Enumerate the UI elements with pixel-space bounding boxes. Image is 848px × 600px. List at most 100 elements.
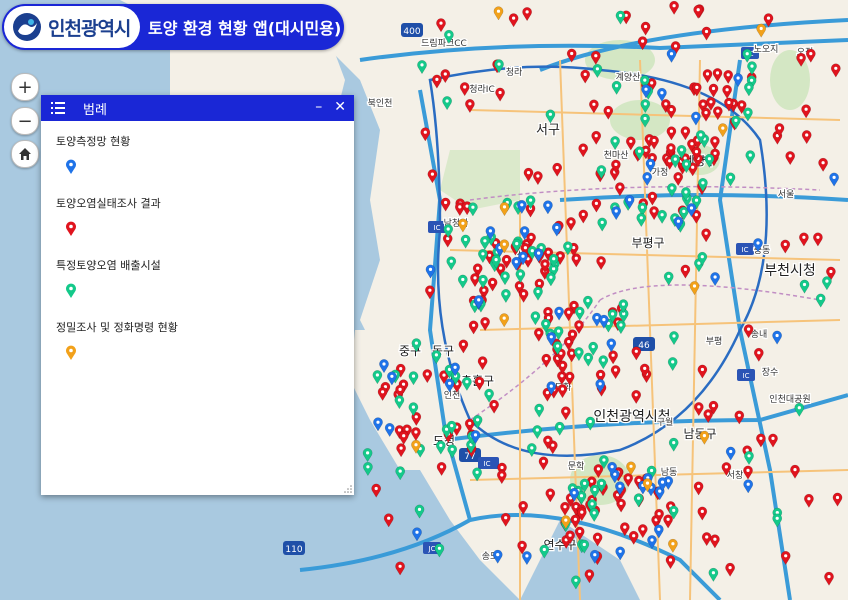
marker-pin-dot [578, 529, 582, 533]
marker-pin-dot [804, 107, 808, 111]
marker-pin-dot [537, 331, 541, 335]
marker-pin-dot [549, 335, 553, 339]
marker-pin-dot [699, 133, 703, 137]
home-button[interactable] [11, 140, 39, 168]
marker-pin-dot [829, 269, 833, 274]
marker-pin-dot [599, 481, 604, 485]
marker-pin-dot [511, 16, 516, 20]
marker-pin-dot [465, 380, 469, 384]
marker-pin-dot [609, 341, 613, 345]
marker-pin-dot [775, 516, 779, 520]
marker-pin-dot [573, 517, 577, 521]
marker-pin-dot [522, 292, 526, 296]
marker-pin-dot [705, 535, 709, 539]
app-title: 토양 환경 현황 앱(대시민용) [148, 19, 342, 38]
park-area-1 [610, 100, 670, 140]
place-label-bukincheon: 북인천 [368, 98, 393, 109]
close-button[interactable]: ✕ [334, 99, 346, 115]
marker-pin-dot [691, 165, 695, 169]
marker-pin-dot [578, 309, 582, 313]
legend-list: 토양측정망 현황 토양오염실태조사 결과 특정토양오염 배출시설 정밀조사 및 … [41, 121, 354, 381]
marker-pin-dot [783, 242, 787, 246]
marker-pin-dot [793, 468, 797, 472]
marker-pin-dot [499, 266, 503, 270]
marker-pin-dot [555, 225, 559, 230]
marker-pin-dot [729, 449, 733, 454]
marker-pin-dot [411, 405, 415, 409]
marker-pin-dot [496, 553, 500, 557]
legend-title: 범례 [83, 102, 107, 118]
road-shield-label: 400 [403, 27, 420, 37]
marker-pin-dot [475, 470, 479, 474]
marker-pin-dot [619, 323, 623, 327]
marker-pin-dot [581, 146, 585, 150]
marker-pin-dot [694, 150, 699, 154]
marker-pin-dot [629, 464, 633, 468]
marker-pin-dot [727, 100, 731, 105]
zoom-out-button[interactable]: − [11, 107, 39, 135]
marker-pin-dot [402, 434, 406, 438]
marker-pin-dot [639, 216, 643, 220]
marker-pin-dot [701, 102, 705, 106]
place-label-bupyeong_gu: 부평구 [631, 236, 664, 250]
marker-pin-dot [417, 507, 422, 511]
marker-pin-dot [582, 542, 586, 547]
marker-pin-dot [428, 267, 433, 271]
marker-pin-dot [586, 299, 590, 303]
marker-pin-dot [629, 139, 633, 143]
marker-pin-dot [566, 244, 570, 248]
marker-pin-dot [574, 256, 578, 260]
marker-pin-dot [548, 112, 552, 116]
marker-pin-dot [415, 530, 419, 534]
marker-pin-dot [721, 126, 725, 130]
legend-item-label: 토양측정망 현황 [56, 135, 131, 148]
marker-pin-dot [483, 239, 487, 243]
place-label-gyeyangsan: 계양산 [616, 71, 641, 83]
marker-pin-dot [657, 527, 661, 531]
marker-pin-dot [536, 174, 540, 178]
marker-pin-dot [586, 355, 590, 360]
marker-pin-dot [514, 260, 518, 264]
city-name: 인천광역시 [48, 17, 131, 40]
marker-pin-dot [430, 172, 434, 176]
resize-handle-icon[interactable] [344, 485, 352, 493]
marker-pin-dot [537, 251, 541, 255]
marker-pin-dot [676, 175, 680, 179]
marker-pin-dot [694, 198, 699, 202]
marker-pin-dot [683, 129, 687, 133]
marker-pin-dot [491, 280, 495, 284]
marker-pin-dot [614, 209, 618, 213]
marker-pin-dot [476, 418, 480, 422]
marker-pin-dot [766, 16, 771, 20]
marker-pin-dot [618, 13, 623, 18]
marker-pin-dot [637, 149, 642, 153]
minimize-button[interactable]: – [315, 99, 322, 115]
marker-pin-dot [525, 10, 529, 14]
marker-pin-dot [671, 360, 675, 364]
marker-pin-dot [750, 78, 754, 82]
marker-pin-dot [695, 85, 699, 89]
marker-pin-dot [726, 73, 730, 77]
marker-pin-dot [549, 384, 553, 388]
marker-pin-dot [784, 554, 788, 558]
place-label-bupyeong: 부평 [706, 336, 723, 347]
incheon-logo[interactable]: 인천광역시 [4, 6, 140, 48]
marker-pin-dot [461, 221, 465, 225]
zoom-in-button[interactable]: + [11, 73, 39, 101]
interchange-badge-label: IC [434, 224, 441, 232]
legend-header[interactable]: 범례 – ✕ [41, 95, 354, 121]
marker-pin-dot [671, 542, 675, 546]
marker-pin-dot [807, 497, 811, 501]
road-shield-road_110: 110 [283, 541, 305, 555]
marker-pin-dot [650, 194, 654, 198]
marker-pin-dot [611, 312, 615, 316]
red-pin-icon [66, 221, 76, 236]
road-shield-label: 110 [285, 545, 302, 555]
marker-pin-dot [750, 64, 754, 68]
marker-pin-dot [502, 205, 507, 209]
marker-pin-dot [577, 350, 581, 354]
marker-pin-dot [529, 235, 533, 239]
marker-pin-dot [737, 413, 741, 417]
marker-pin-dot [650, 81, 654, 85]
marker-pin-dot [570, 351, 574, 355]
